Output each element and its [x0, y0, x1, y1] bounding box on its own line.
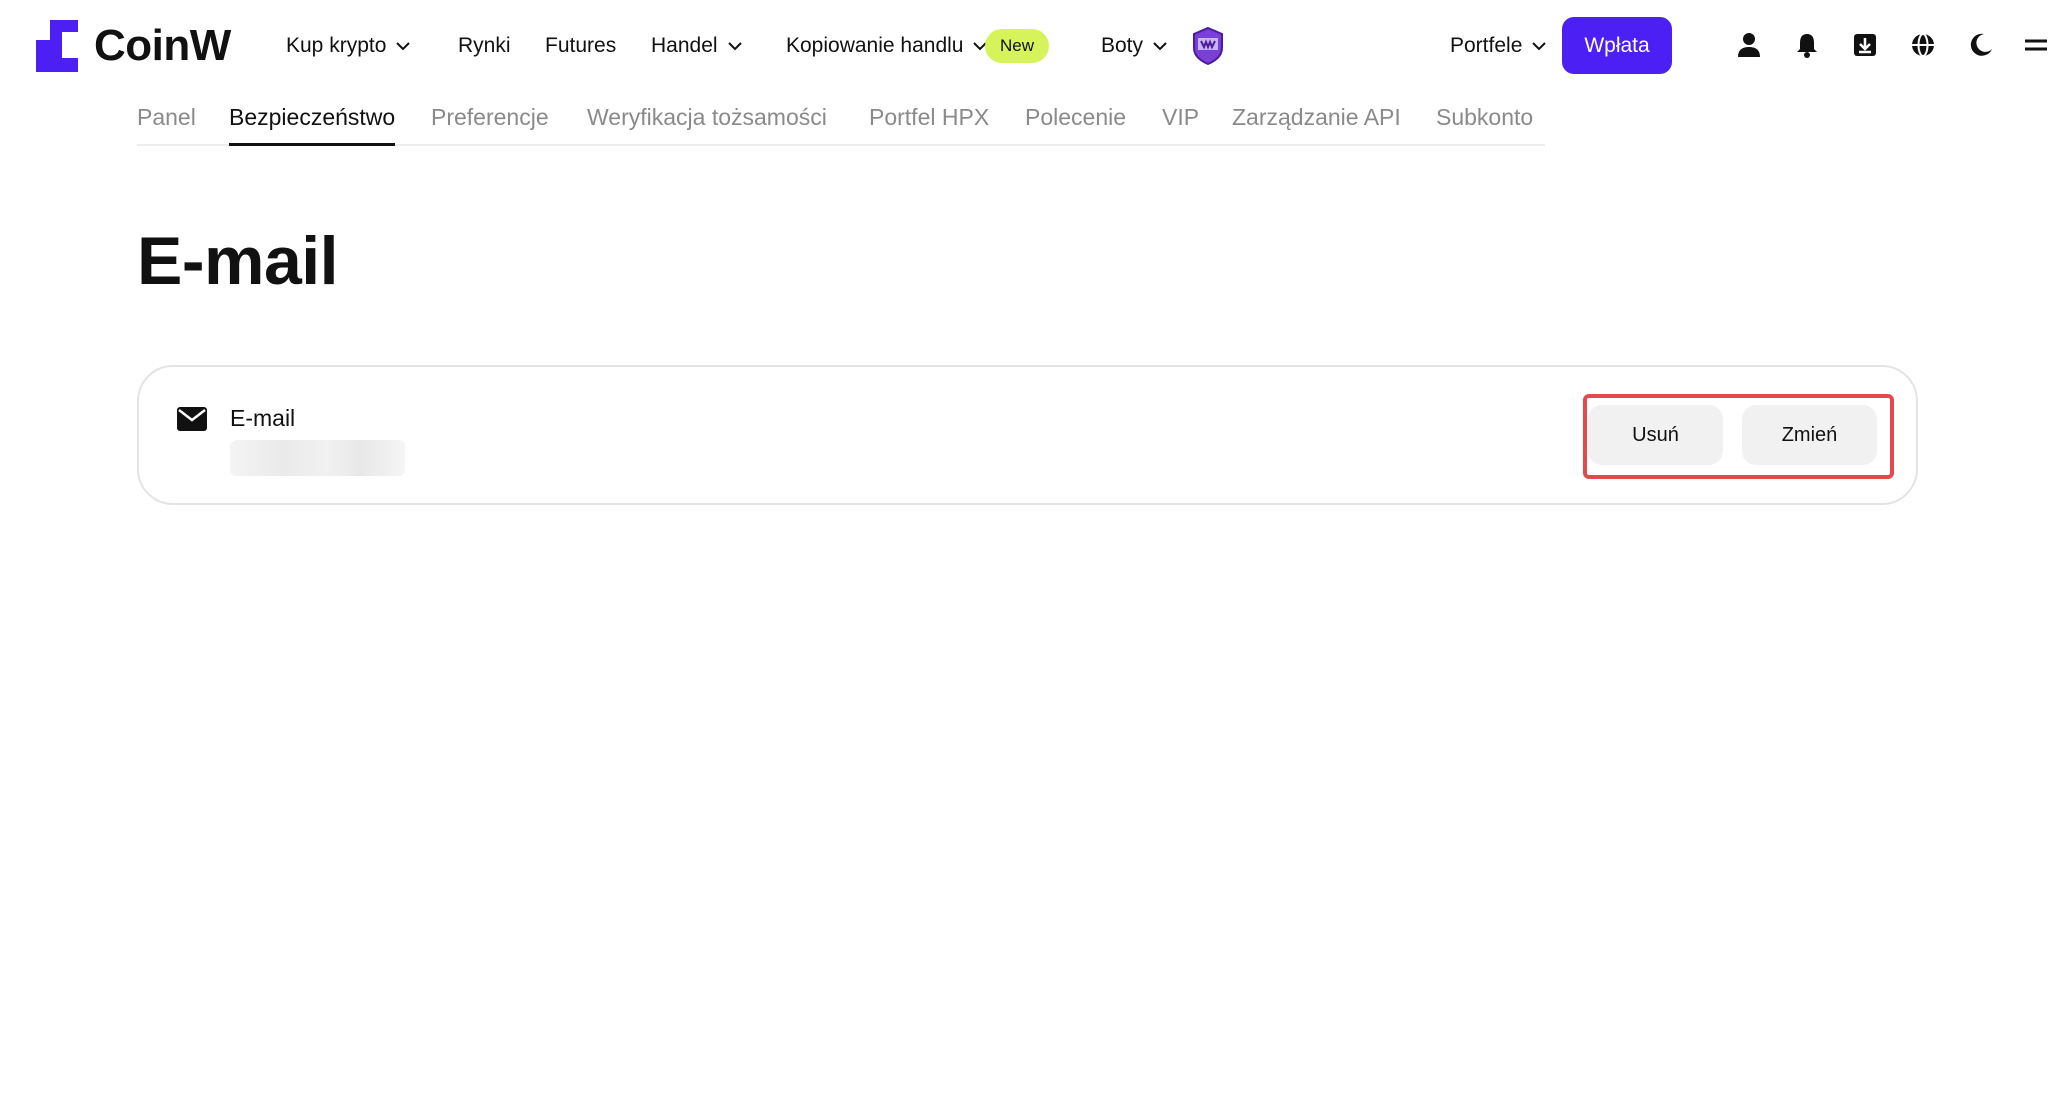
nav-wallets[interactable]: Portfele	[1450, 30, 1547, 62]
tab-security[interactable]: Bezpieczeństwo	[229, 104, 396, 146]
nav-trade-label: Handel	[651, 34, 718, 57]
account-tabs: Panel Bezpieczeństwo Preferencje Weryfik…	[137, 100, 1545, 146]
nav-buy-crypto[interactable]: Kup krypto	[286, 30, 411, 62]
top-navbar: CoinW Kup krypto Rynki Futures Handel Ko…	[0, 0, 2048, 92]
change-email-button[interactable]: Zmień	[1742, 405, 1877, 465]
chevron-down-icon	[396, 41, 411, 51]
nav-copy-trading[interactable]: Kopiowanie handlu	[786, 30, 988, 62]
chevron-down-icon	[1153, 41, 1167, 51]
page-title: E-mail	[137, 223, 339, 299]
nav-futures[interactable]: Futures	[545, 30, 616, 62]
brand-name: CoinW	[94, 21, 231, 70]
nav-trade[interactable]: Handel	[651, 30, 742, 62]
tab-subaccount[interactable]: Subkonto	[1436, 104, 1533, 144]
event-shield-icon[interactable]	[1188, 26, 1228, 71]
tab-hpx-wallet[interactable]: Portfel HPX	[869, 104, 989, 144]
coinw-logo[interactable]: CoinW	[36, 20, 231, 72]
nav-bots-label: Boty	[1101, 34, 1144, 57]
envelope-icon	[177, 407, 207, 436]
email-label: E-mail	[230, 405, 296, 431]
tab-referral[interactable]: Polecenie	[1025, 104, 1126, 144]
remove-email-button[interactable]: Usuń	[1588, 405, 1723, 465]
tab-identity-verification[interactable]: Weryfikacja tożsamości	[587, 104, 827, 144]
nav-wallets-label: Portfele	[1450, 34, 1523, 57]
moon-icon[interactable]	[1967, 31, 1995, 59]
nav-futures-label: Futures	[545, 34, 617, 57]
tab-preferences[interactable]: Preferencje	[431, 104, 549, 144]
nav-copy-trading-label: Kopiowanie handlu	[786, 34, 964, 57]
nav-markets[interactable]: Rynki	[458, 30, 511, 62]
download-icon[interactable]	[1851, 31, 1879, 59]
menu-icon[interactable]	[2025, 31, 2048, 59]
chevron-down-icon	[727, 41, 742, 51]
globe-icon[interactable]	[1909, 31, 1937, 59]
deposit-button[interactable]: Wpłata	[1562, 17, 1672, 74]
nav-markets-label: Rynki	[458, 34, 511, 57]
email-value-blurred	[230, 440, 405, 476]
nav-bots[interactable]: Boty	[1101, 30, 1167, 62]
email-card: E-mail Usuń Zmień	[137, 365, 1918, 505]
tab-api-management[interactable]: Zarządzanie API	[1232, 104, 1401, 144]
user-icon[interactable]	[1735, 31, 1763, 59]
tab-vip[interactable]: VIP	[1162, 104, 1199, 144]
tab-panel[interactable]: Panel	[137, 104, 196, 144]
nav-buy-crypto-label: Kup krypto	[286, 34, 387, 57]
coinw-logo-icon	[36, 20, 78, 72]
bell-icon[interactable]	[1793, 31, 1821, 59]
new-badge: New	[985, 29, 1049, 63]
chevron-down-icon	[1532, 41, 1547, 51]
